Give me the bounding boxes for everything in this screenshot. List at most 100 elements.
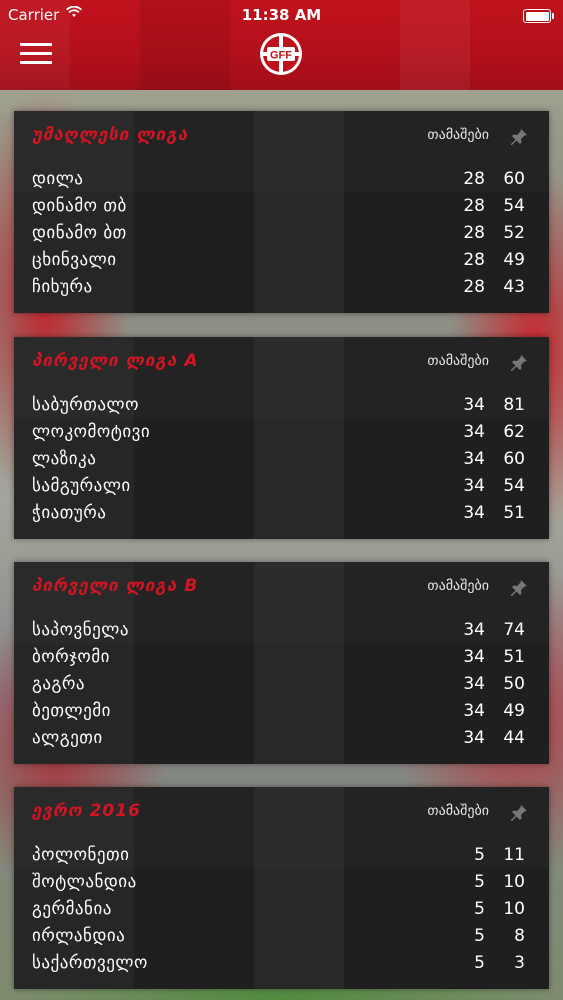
league-card: პირველი ლიგა B თამაშები საპოვნელა 34 74 ბო…: [14, 562, 549, 764]
team-name: ლაზიკა: [32, 449, 97, 469]
table-row[interactable]: საბურთალო 34 81: [14, 392, 549, 419]
table-row[interactable]: პოლონეთი 5 11: [14, 842, 549, 869]
games-count: 5: [474, 953, 485, 973]
pin-icon[interactable]: [509, 353, 529, 373]
points: 52: [503, 223, 525, 243]
league-card: ევრო 2016 თამაშები პოლონეთი 5 11 შოტლანდია…: [14, 787, 549, 989]
team-name: ჭიათურა: [32, 503, 107, 523]
games-count: 28: [463, 196, 485, 216]
card-header: პირველი ლიგა B თამაშები: [14, 562, 549, 612]
card-header: უმაღლესი ლიგა თამაშები: [14, 111, 549, 161]
table-row[interactable]: დილა 28 60: [14, 166, 549, 193]
points: 50: [503, 674, 525, 694]
points: 60: [503, 449, 525, 469]
games-count: 34: [463, 395, 485, 415]
gff-logo: GFF: [260, 33, 302, 75]
points: 51: [503, 503, 525, 523]
points: 44: [503, 728, 525, 748]
team-name: საქართველო: [32, 953, 148, 973]
points: 49: [503, 701, 525, 721]
team-name: გაგრა: [32, 674, 86, 694]
games-count: 28: [463, 223, 485, 243]
team-name: დინამო ბთ: [32, 223, 127, 243]
logo-text: GFF: [270, 50, 292, 62]
table-row[interactable]: გაგრა 34 50: [14, 671, 549, 698]
team-name: ცხინვალი: [32, 250, 117, 270]
team-name: შოტლანდია: [32, 872, 137, 892]
games-count: 34: [463, 422, 485, 442]
table-row[interactable]: დინამო ბთ 28 52: [14, 220, 549, 247]
points: 54: [503, 476, 525, 496]
card-header: პირველი ლიგა A თამაშები: [14, 337, 549, 387]
games-count: 34: [463, 476, 485, 496]
hamburger-menu-icon[interactable]: [20, 42, 52, 66]
games-count: 34: [463, 503, 485, 523]
table-row[interactable]: ბეთლემი 34 49: [14, 698, 549, 725]
team-name: სამგურალი: [32, 476, 131, 496]
battery-icon: [523, 9, 554, 23]
table-row[interactable]: შოტლანდია 5 10: [14, 869, 549, 896]
clock: 11:38 AM: [241, 6, 322, 24]
team-name: ალგეთი: [32, 728, 103, 748]
games-count: 28: [463, 169, 485, 189]
team-name: ბორჯომი: [32, 647, 110, 667]
table-row[interactable]: ლოკომოტივი 34 62: [14, 419, 549, 446]
games-count: 34: [463, 620, 485, 640]
games-count: 28: [463, 250, 485, 270]
league-card: პირველი ლიგა A თამაშები საბურთალო 34 81 ლო…: [14, 337, 549, 539]
league-title: პირველი ლიგა A: [32, 351, 199, 371]
games-column-header: თამაშები: [427, 578, 489, 594]
team-name: დილა: [32, 169, 84, 189]
pin-icon[interactable]: [509, 127, 529, 147]
table-row[interactable]: ცხინვალი 28 49: [14, 247, 549, 274]
points: 11: [503, 845, 525, 865]
status-bar: Carrier 11:38 AM: [0, 0, 563, 30]
table-row[interactable]: საქართველო 5 3: [14, 950, 549, 977]
league-card: უმაღლესი ლიგა თამაშები დილა 28 60 დინამო თ…: [14, 111, 549, 313]
points: 8: [514, 926, 525, 946]
games-count: 34: [463, 449, 485, 469]
table-row[interactable]: სამგურალი 34 54: [14, 473, 549, 500]
table-row[interactable]: ლაზიკა 34 60: [14, 446, 549, 473]
table-row[interactable]: დინამო თბ 28 54: [14, 193, 549, 220]
points: 54: [503, 196, 525, 216]
pin-icon[interactable]: [509, 803, 529, 823]
games-column-header: თამაშები: [427, 127, 489, 143]
games-count: 34: [463, 647, 485, 667]
points: 43: [503, 277, 525, 297]
points: 60: [503, 169, 525, 189]
points: 10: [503, 872, 525, 892]
league-title: პირველი ლიგა B: [32, 576, 199, 596]
points: 49: [503, 250, 525, 270]
team-name: ლოკომოტივი: [32, 422, 151, 442]
league-title: უმაღლესი ლიგა: [32, 125, 189, 145]
team-name: ბეთლემი: [32, 701, 111, 721]
table-row[interactable]: ჭიათურა 34 51: [14, 500, 549, 527]
games-count: 5: [474, 872, 485, 892]
points: 62: [503, 422, 525, 442]
points: 10: [503, 899, 525, 919]
table-row[interactable]: ბორჯომი 34 51: [14, 644, 549, 671]
pin-icon[interactable]: [509, 578, 529, 598]
points: 3: [514, 953, 525, 973]
table-row[interactable]: გერმანია 5 10: [14, 896, 549, 923]
league-title: ევრო 2016: [32, 801, 141, 821]
team-name: დინამო თბ: [32, 196, 127, 216]
card-header: ევრო 2016 თამაშები: [14, 787, 549, 837]
team-name: ირლანდია: [32, 926, 126, 946]
games-count: 34: [463, 701, 485, 721]
team-name: საპოვნელა: [32, 620, 129, 640]
games-count: 5: [474, 845, 485, 865]
games-column-header: თამაშები: [427, 803, 489, 819]
games-count: 5: [474, 899, 485, 919]
table-row[interactable]: ალგეთი 34 44: [14, 725, 549, 752]
games-column-header: თამაშები: [427, 353, 489, 369]
table-row[interactable]: ირლანდია 5 8: [14, 923, 549, 950]
points: 51: [503, 647, 525, 667]
games-count: 28: [463, 277, 485, 297]
table-row[interactable]: ჩიხურა 28 43: [14, 274, 549, 301]
games-count: 34: [463, 728, 485, 748]
table-row[interactable]: საპოვნელა 34 74: [14, 617, 549, 644]
team-name: გერმანია: [32, 899, 112, 919]
points: 74: [503, 620, 525, 640]
